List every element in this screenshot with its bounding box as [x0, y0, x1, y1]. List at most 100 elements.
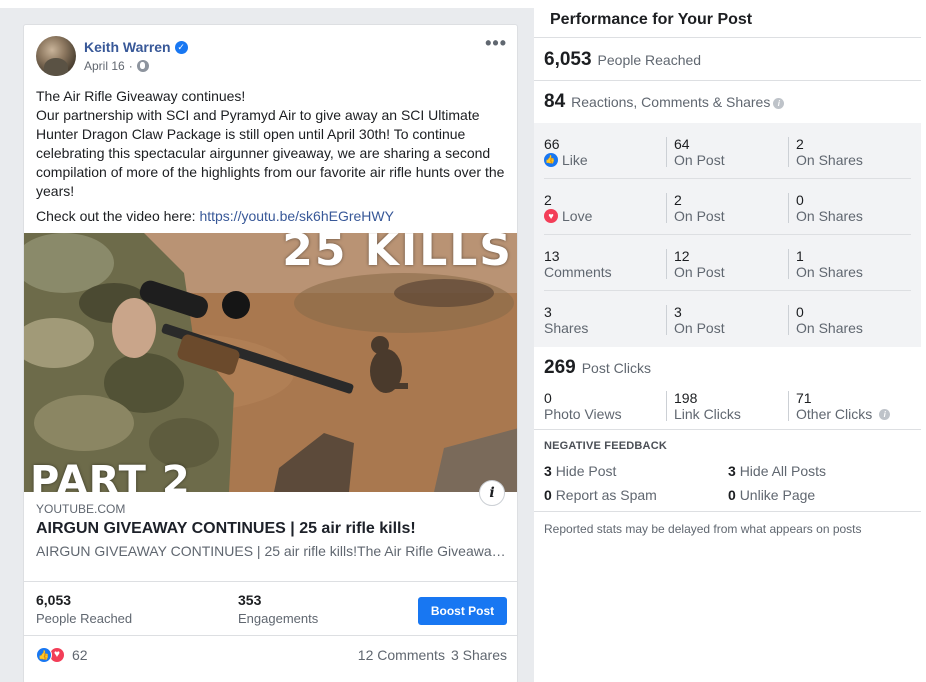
shares-type: Shares [544, 320, 589, 336]
people-reached-value: 6,053 [36, 592, 72, 608]
breakdown-row-shares: 3 Shares 3 On Post 0 On Shares [544, 291, 911, 347]
breakdown-on-post: 12 On Post [666, 248, 725, 280]
people-reached-label: People Reached [597, 52, 702, 68]
reaction-count[interactable]: 62 [72, 647, 88, 663]
video-thumbnail[interactable]: 25 KILLS PART 2 [24, 233, 517, 492]
negative-feedback-title: NEGATIVE FEEDBACK [544, 440, 667, 452]
comments-type: Comments [544, 264, 612, 280]
reactions-row: ♥ 62 12 Comments 3 Shares [24, 637, 517, 673]
breakdown-total: 66 Like [544, 137, 588, 168]
love-type: Love [562, 208, 593, 224]
breakdown-on-shares: 0 On Shares [788, 304, 863, 336]
post-text-line: The Air Rifle Giveaway continues! [36, 88, 246, 104]
on-post-label: On Post [674, 208, 725, 224]
post-cta-line: Check out the video here: https://youtu.… [36, 207, 506, 226]
divider [534, 37, 921, 38]
divider [534, 80, 921, 81]
link-clicks-label: Link Clicks [674, 406, 741, 422]
neg-label: Unlike Page [739, 487, 816, 503]
engagements-label: Engagements [238, 611, 319, 626]
other-clicks-text: Other Clicks [796, 406, 873, 422]
thumbnail-part-label: PART 2 [30, 458, 191, 492]
thumbnail-headline: 25 KILLS [282, 233, 513, 276]
photo-views-label: Photo Views [544, 406, 622, 422]
people-reached-stat: 6,053 People Reached [36, 592, 132, 626]
neg-label: Hide Post [555, 463, 617, 479]
shares-count-link[interactable]: 3 Shares [451, 647, 507, 663]
reactions-breakdown: 66 Like 64 On Post 2 On Shares 2 ♥ Love 2… [534, 123, 921, 347]
post-text-line: Our partnership with SCI and Pyramyd Air… [36, 107, 505, 199]
post-cta-prefix: Check out the video here: [36, 208, 200, 224]
comments-shares: 12 Comments 3 Shares [358, 647, 507, 663]
link-description: AIRGUN GIVEAWAY CONTINUES | 25 air rifle… [36, 543, 507, 559]
breakdown-total: 13 Comments [544, 249, 612, 281]
link-domain: YOUTUBE.COM [36, 502, 126, 516]
boost-post-button[interactable]: Boost Post [418, 597, 507, 625]
meta-separator: · [128, 59, 133, 73]
neg-report-spam: 0 Report as Spam [544, 487, 657, 503]
clicks-breakdown: 0 Photo Views 198 Link Clicks 71 Other C… [544, 391, 911, 423]
neg-label: Hide All Posts [739, 463, 827, 479]
post-date[interactable]: April 16 [84, 59, 125, 73]
on-shares-label: On Shares [796, 152, 863, 168]
globe-icon[interactable] [136, 60, 149, 72]
author-name[interactable]: Keith Warren [84, 39, 171, 55]
panel-title: Performance for Your Post [550, 11, 753, 28]
link-title[interactable]: AIRGUN GIVEAWAY CONTINUES | 25 air rifle… [36, 520, 507, 538]
post-stats-row: 6,053 People Reached 353 Engagements Boo… [24, 583, 517, 636]
neg-value: 0 [544, 487, 552, 503]
reactions-summary-label: Reactions, Comments & Shares i [571, 94, 785, 110]
breakdown-on-shares: 2 On Shares [788, 136, 863, 168]
people-reached-value: 6,053 [544, 49, 592, 70]
on-shares-label: On Shares [796, 320, 863, 336]
info-icon[interactable]: i [773, 98, 785, 109]
love-label: ♥ Love [544, 208, 592, 224]
neg-unlike-page: 0 Unlike Page [728, 487, 815, 503]
other-clicks-label: Other Clicks i [796, 406, 891, 422]
more-options-icon[interactable]: ••• [485, 33, 507, 54]
breakdown-row-love: 2 ♥ Love 2 On Post 0 On Shares [544, 179, 911, 235]
photo-views-value: 0 [544, 390, 552, 406]
neg-label: Report as Spam [555, 487, 657, 503]
performance-panel: Performance for Your Post 6,053 People R… [534, 0, 926, 682]
engagements-stat: 353 Engagements [238, 592, 318, 626]
post-clicks-label: Post Clicks [581, 360, 651, 376]
post-card: Keith Warren ✓ April 16 · ••• The Air Ri… [23, 24, 518, 682]
info-icon[interactable]: i [879, 408, 891, 420]
shares-total: 3 [544, 304, 552, 320]
post-meta: April 16 · [84, 59, 149, 73]
avatar[interactable] [36, 36, 76, 76]
on-post-label: On Post [674, 264, 725, 280]
post-video-link[interactable]: https://youtu.be/sk6hEGreHWY [199, 208, 394, 224]
reaction-icons[interactable]: ♥ [36, 647, 65, 663]
reactions-summary-metric: 84 Reactions, Comments & Shares i [544, 91, 785, 113]
like-on-post: 64 [674, 136, 690, 152]
info-icon[interactable]: i [479, 480, 505, 506]
link-preview[interactable]: YOUTUBE.COM AIRGUN GIVEAWAY CONTINUES | … [24, 492, 517, 582]
post-header: Keith Warren ✓ April 16 · ••• [24, 25, 517, 85]
divider [534, 429, 921, 430]
feed-column: Keith Warren ✓ April 16 · ••• The Air Ri… [0, 8, 534, 682]
love-icon: ♥ [544, 209, 558, 223]
other-clicks: 71 Other Clicks i [788, 391, 891, 422]
breakdown-total: 3 Shares [544, 304, 589, 337]
like-reaction-icon [36, 647, 52, 663]
like-on-shares: 2 [796, 136, 804, 152]
link-clicks: 198 Link Clicks [666, 390, 741, 422]
post-text: The Air Rifle Giveaway continues! Our pa… [36, 87, 506, 226]
shares-on-post: 3 [674, 304, 682, 320]
comments-on-post: 12 [674, 248, 690, 264]
breakdown-total: 2 ♥ Love [544, 193, 592, 224]
verified-badge-icon: ✓ [174, 40, 188, 54]
shares-on-shares: 0 [796, 304, 804, 320]
on-post-label: On Post [674, 320, 725, 336]
neg-hide-all-posts: 3 Hide All Posts [728, 463, 826, 479]
neg-value: 3 [728, 463, 736, 479]
love-on-shares: 0 [796, 192, 804, 208]
comments-count-link[interactable]: 12 Comments [358, 647, 445, 663]
on-shares-label: On Shares [796, 208, 863, 224]
link-clicks-value: 198 [674, 390, 698, 406]
photo-views: 0 Photo Views [544, 390, 622, 423]
author-row: Keith Warren ✓ [84, 39, 188, 55]
divider [534, 511, 921, 512]
